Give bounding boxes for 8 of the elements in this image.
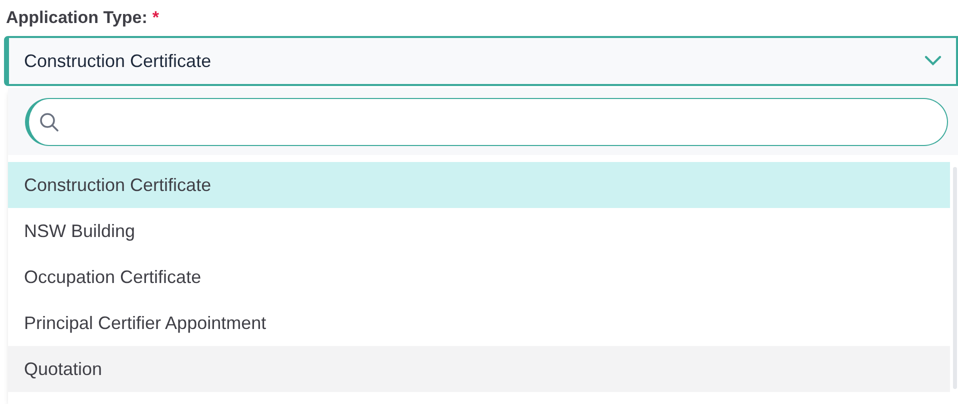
field-label: Application Type: (6, 7, 148, 30)
search-field[interactable] (25, 98, 948, 146)
search-icon (39, 112, 59, 132)
select-field[interactable]: Construction Certificate (4, 36, 958, 86)
required-mark: * (152, 7, 159, 30)
dropdown-option[interactable]: Quotation (8, 346, 950, 392)
chevron-down-icon (924, 55, 942, 67)
dropdown-option[interactable]: Construction Certificate (8, 162, 950, 208)
